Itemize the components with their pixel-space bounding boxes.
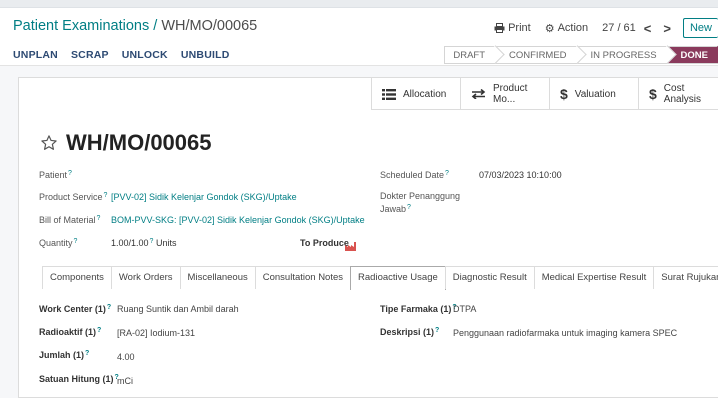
breadcrumb-parent-link[interactable]: Patient Examinations (13, 18, 149, 34)
radioaktif-label: Radioaktif (1)? (39, 327, 102, 337)
breadcrumb-current: WH/MO/00065 (161, 18, 258, 34)
patient-label: Patient? (39, 170, 72, 180)
tab-components[interactable]: Components (42, 266, 112, 289)
record-title: WH/MO/00065 (40, 130, 212, 156)
valuation-button[interactable]: $ Valuation (549, 78, 638, 110)
doctor-label-line2: Jawab? (380, 204, 411, 214)
work-center-field[interactable]: Ruang Suntik dan Ambil darah (117, 304, 239, 314)
status-stage-draft[interactable]: DRAFT (444, 46, 496, 64)
breadcrumb: Patient Examinations / WH/MO/00065 (13, 18, 257, 34)
tab-miscellaneous[interactable]: Miscellaneous (179, 266, 256, 289)
pager-value[interactable]: 27 / 61 (602, 22, 636, 34)
cost-analysis-label: Cost Analysis (663, 83, 702, 105)
chevron-left-icon[interactable]: < (644, 21, 652, 36)
control-panel-right: Print ⚙ Action 27 / 61 < > New (494, 15, 718, 41)
product-moves-label: Product Mo... (493, 83, 528, 105)
cost-analysis-button[interactable]: $ Cost Analysis (638, 78, 718, 110)
tab-radioactive-usage[interactable]: Radioactive Usage (350, 266, 446, 290)
scheduled-date-label: Scheduled Date? (380, 170, 449, 180)
dollar-icon: $ (649, 86, 657, 102)
tipe-farmaka-label: Tipe Farmaka (1)? (380, 304, 457, 314)
print-icon (494, 23, 505, 33)
valuation-label: Valuation (574, 88, 616, 100)
action-button[interactable]: ⚙ Action (545, 22, 588, 35)
smart-buttons: Allocation Product Mo... $ Valuation $ C… (371, 78, 718, 110)
scheduled-date-field[interactable]: 07/03/2023 10:10:00 (479, 170, 562, 180)
status-stage-in-progress[interactable]: IN PROGRESS (576, 46, 667, 64)
tipe-farmaka-field[interactable]: DTPA (453, 304, 476, 314)
quantity-field[interactable]: 1.00/1.00? Units (111, 238, 176, 248)
product-service-link[interactable]: [PVV-02] Sidik Kelenjar Gondok (SKG)/Upt… (111, 192, 297, 202)
list-icon (382, 88, 396, 100)
exchange-icon (471, 89, 486, 99)
form-sheet: Allocation Product Mo... $ Valuation $ C… (18, 77, 718, 398)
jumlah-label: Jumlah (1)? (39, 350, 90, 360)
top-navbar (0, 0, 718, 8)
deskripsi-field[interactable]: Penggunaan radiofarmaka untuk imaging ka… (453, 328, 677, 338)
unbuild-button[interactable]: UNBUILD (181, 49, 230, 61)
product-service-label: Product Service? (39, 192, 108, 202)
action-label: Action (557, 22, 589, 34)
bill-of-material-label: Bill of Material? (39, 215, 101, 225)
scrap-button[interactable]: SCRAP (71, 49, 109, 61)
chevron-right-icon[interactable]: > (663, 21, 671, 36)
tab-surat-rujukan-balik[interactable]: Surat Rujukan Balik (653, 266, 718, 289)
notebook-tabs: Components Work Orders Miscellaneous Con… (42, 266, 718, 290)
doctor-label-line1: Dokter Penanggung (380, 191, 461, 201)
control-panel: Patient Examinations / WH/MO/00065 Print… (0, 8, 718, 66)
unplan-button[interactable]: UNPLAN (13, 49, 58, 61)
tab-work-orders[interactable]: Work Orders (110, 266, 181, 289)
quantity-label: Quantity? (39, 238, 78, 248)
to-produce-label: To Produce (300, 238, 349, 248)
new-button[interactable]: New (682, 18, 718, 38)
status-stage-confirmed[interactable]: CONFIRMED (495, 46, 577, 64)
warning-factory-icon (345, 238, 356, 256)
jumlah-field[interactable]: 4.00 (117, 352, 135, 362)
satuan-hitung-field[interactable]: mCi (117, 376, 133, 386)
product-moves-button[interactable]: Product Mo... (460, 78, 549, 110)
bill-of-material-link[interactable]: BOM-PVV-SKG: [PVV-02] Sidik Kelenjar Gon… (111, 215, 365, 225)
star-icon[interactable] (40, 134, 58, 152)
record-name: WH/MO/00065 (66, 130, 212, 155)
allocation-button[interactable]: Allocation (371, 78, 460, 110)
breadcrumb-separator: / (149, 18, 162, 34)
print-button[interactable]: Print (494, 22, 531, 34)
status-bar: DRAFT CONFIRMED IN PROGRESS DONE (444, 46, 718, 64)
work-center-label: Work Center (1)? (39, 304, 112, 314)
tab-consultation-notes[interactable]: Consultation Notes (254, 266, 352, 289)
gear-icon: ⚙ (544, 22, 555, 35)
tab-diagnostic-result[interactable]: Diagnostic Result (444, 266, 535, 289)
unlock-button[interactable]: UNLOCK (122, 49, 168, 61)
print-label: Print (508, 22, 531, 34)
tab-medical-expertise-result[interactable]: Medical Expertise Result (533, 266, 655, 289)
action-buttons: UNPLAN SCRAP UNLOCK UNBUILD (13, 49, 230, 61)
deskripsi-label: Deskripsi (1)? (380, 327, 440, 337)
dollar-icon: $ (560, 86, 568, 102)
satuan-hitung-label: Satuan Hitung (1)? (39, 374, 119, 384)
radioaktif-field[interactable]: [RA-02] Iodium-131 (117, 328, 195, 338)
allocation-label: Allocation (403, 88, 447, 100)
